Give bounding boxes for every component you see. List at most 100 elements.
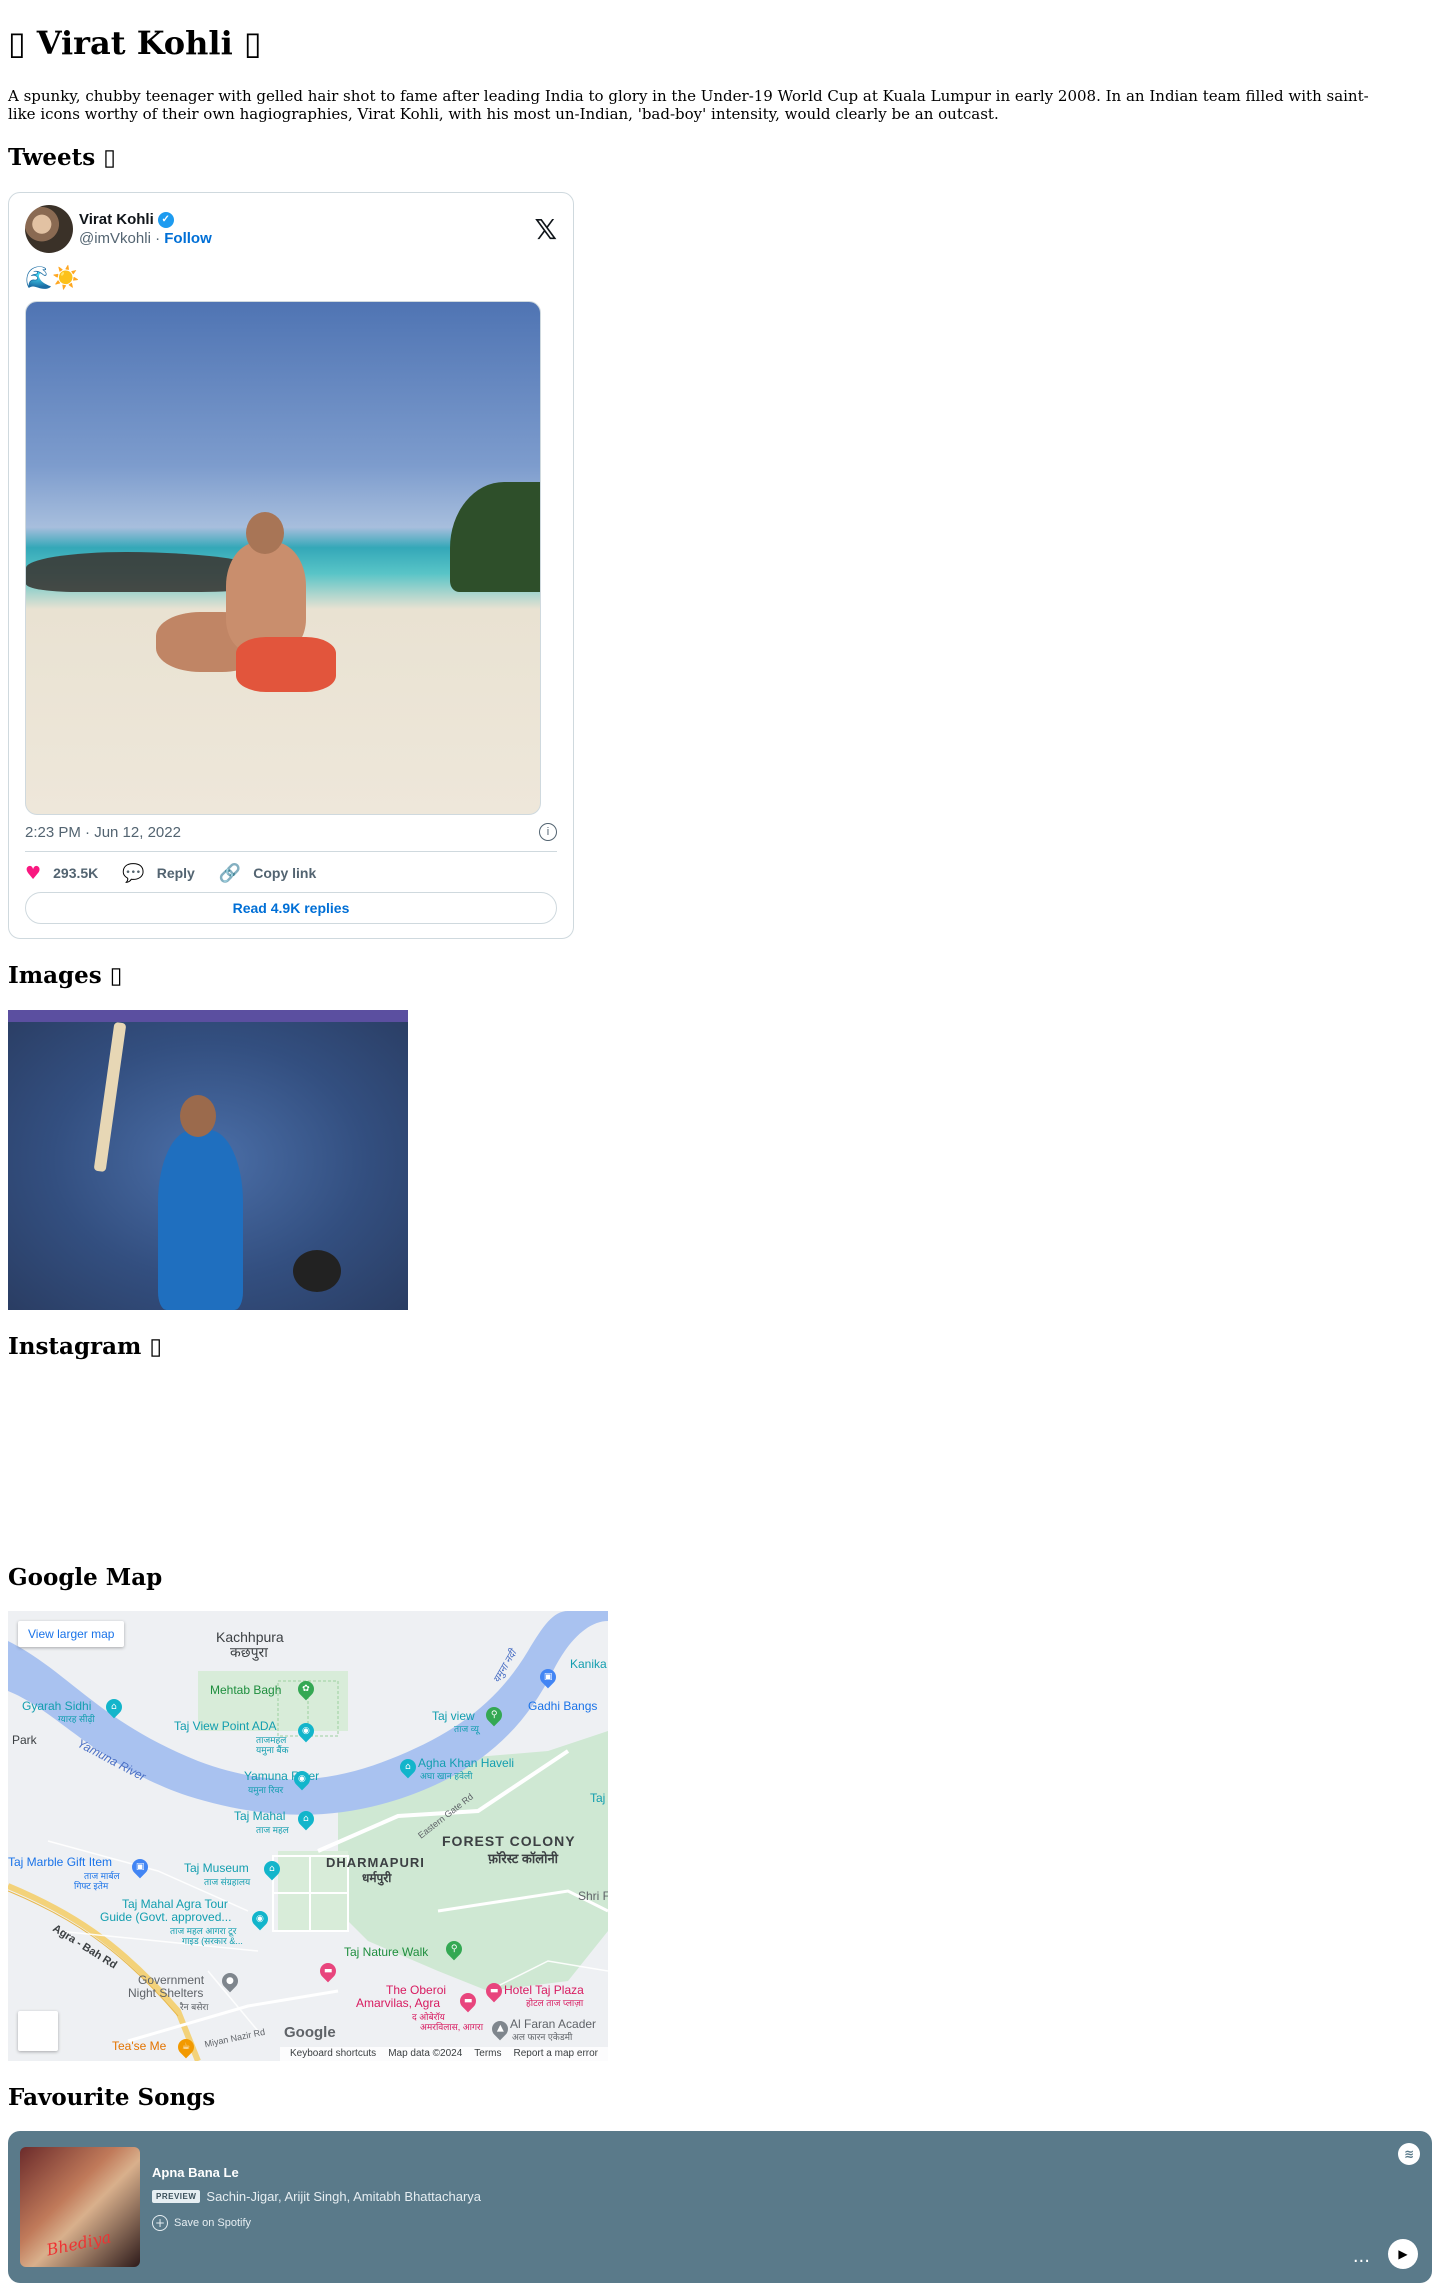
map-label: Al Faran Acader — [510, 2016, 597, 2031]
tweet-timestamp[interactable]: 2:23 PM · Jun 12, 2022 — [25, 824, 181, 841]
album-cover[interactable]: Bhediya — [20, 2146, 140, 2267]
tweet-actions: ♥ 293.5K 💬 Reply 🔗 Copy link — [25, 858, 557, 888]
google-map[interactable]: View larger map Kachhpura कछपुरा Mehtab … — [8, 1610, 608, 2061]
author-handle[interactable]: @imVkohli — [79, 230, 151, 247]
tweet-text: 🌊☀️ — [25, 265, 80, 291]
read-replies-button[interactable]: Read 4.9K replies — [25, 892, 557, 925]
page-title-text: Virat Kohli — [36, 24, 233, 62]
map-label: The Oberoi — [386, 1982, 447, 1997]
map-label: Gyarah Sidhi — [22, 1698, 92, 1713]
map-label: अघा खान हवेली — [420, 1770, 473, 1781]
map-label: ताज संग्रहालय — [204, 1876, 251, 1887]
map-label: गिफ्ट इतेम — [74, 1880, 109, 1891]
map-label: Taj — [590, 1790, 606, 1805]
map-label: रैन बसेरा — [180, 2001, 209, 2012]
map-label: Guide (Govt. approved... — [100, 1909, 232, 1924]
map-label: कछपुरा — [230, 1643, 268, 1660]
copy-link-button[interactable]: 🔗 Copy link — [219, 863, 316, 884]
map-label: Agha Khan Haveli — [418, 1755, 515, 1770]
tweet-author: Virat Kohli ✓ @imVkohli · Follow — [79, 210, 212, 248]
verified-badge-icon: ✓ — [157, 211, 174, 228]
copy-link-label: Copy link — [253, 865, 317, 882]
intro-paragraph: A spunky, chubby teenager with gelled ha… — [8, 87, 1369, 124]
map-label: ताज महल — [256, 1824, 289, 1835]
instagram-icon: ▯ — [149, 1334, 163, 1361]
like-button[interactable]: ♥ 293.5K — [25, 863, 98, 884]
map-label: ताज व्यू — [454, 1723, 479, 1734]
songs-heading: Favourite Songs — [8, 2083, 216, 2111]
bird-icon: ▯ — [103, 145, 116, 172]
avatar[interactable] — [25, 205, 73, 254]
map-label: Taj Museum — [184, 1860, 249, 1875]
flag-icon: ▯ — [243, 24, 262, 62]
reply-button[interactable]: 💬 Reply — [122, 863, 195, 884]
song-artists-row: PREVIEW Sachin-Jigar, Arijit Singh, Amit… — [152, 2189, 481, 2204]
map-label: Taj Nature Walk — [344, 1944, 429, 1959]
map-label: गाइड (सरकार &... — [182, 1935, 243, 1946]
tweet-header: Virat Kohli ✓ @imVkohli · Follow 𝕏 — [25, 205, 557, 254]
tweet-photo[interactable] — [25, 301, 541, 816]
map-footer: Keyboard shortcuts Map data ©2024 Terms … — [280, 2046, 608, 2061]
tweet-card[interactable]: Virat Kohli ✓ @imVkohli · Follow 𝕏 🌊☀️ 2… — [8, 192, 574, 940]
map-label: Night Shelters — [128, 1985, 204, 2000]
save-on-spotify-button[interactable]: + Save on Spotify — [152, 2214, 252, 2231]
map-data-text: Map data ©2024 — [388, 2048, 463, 2060]
map-label: Shri F — [578, 1888, 608, 1903]
map-label: यमुना रिवर — [248, 1784, 284, 1795]
flag-icon: ▯ — [8, 24, 26, 62]
map-label: धर्मपुरी — [362, 1870, 392, 1885]
map-label: DHARMAPURI — [326, 1854, 425, 1870]
album-cover-art: Bhediya — [44, 2227, 113, 2260]
map-label: अल फारन एकेडमी — [512, 2031, 573, 2042]
heart-icon: ♥ — [25, 862, 42, 884]
map-label: Taj Mahal Agra Tour — [122, 1896, 228, 1911]
map-label: ग्यारह सीढ़ी — [58, 1713, 95, 1724]
play-button[interactable]: ▶ — [1388, 2238, 1418, 2269]
map-label: Amarvilas, Agra — [356, 1995, 441, 2010]
save-label: Save on Spotify — [174, 2216, 252, 2229]
song-title[interactable]: Apna Bana Le — [152, 2165, 239, 2180]
map-label: Kanika — [570, 1656, 607, 1671]
song-artists[interactable]: Sachin-Jigar, Arijit Singh, Amitabh Bhat… — [206, 2189, 481, 2204]
map-label: यमुना बैंक — [256, 1744, 289, 1755]
plus-circle-icon: + — [152, 2214, 168, 2231]
images-heading: Images ▯ — [8, 962, 123, 990]
terms-link[interactable]: Terms — [474, 2048, 501, 2059]
map-label: Tea'se Me — [112, 2038, 167, 2053]
x-logo-icon[interactable]: 𝕏 — [534, 213, 557, 246]
map-control-button[interactable] — [18, 2010, 58, 2051]
instagram-embed — [8, 1381, 1432, 1563]
map-label: Park — [12, 1732, 37, 1747]
author-name[interactable]: Virat Kohli — [79, 210, 154, 229]
reply-label: Reply — [156, 865, 195, 882]
map-label: Gadhi Bangs — [528, 1698, 598, 1713]
camera-icon: ▯ — [109, 963, 123, 990]
cricket-photo — [8, 1010, 408, 1311]
spotify-logo-icon[interactable]: ≋ — [1398, 2142, 1420, 2165]
page: ▯ Virat Kohli ▯ A spunky, chubby teenage… — [0, 0, 1440, 2283]
info-icon[interactable]: i — [539, 823, 557, 842]
map-label: Taj view — [432, 1708, 475, 1723]
google-logo: Google — [284, 2023, 336, 2041]
map-label: Mehtab Bagh — [210, 1682, 282, 1697]
tweet-meta: 2:23 PM · Jun 12, 2022 i — [25, 823, 557, 842]
more-options-button[interactable]: ... — [1353, 2246, 1370, 2267]
instagram-heading: Instagram ▯ — [8, 1333, 163, 1361]
map-label: FOREST COLONY — [442, 1832, 576, 1849]
view-larger-map-link[interactable]: View larger map — [18, 1620, 125, 1647]
map-heading: Google Map — [8, 1564, 163, 1592]
keyboard-shortcuts-link[interactable]: Keyboard shortcuts — [290, 2048, 376, 2059]
page-title: ▯ Virat Kohli ▯ — [8, 24, 1432, 62]
divider — [25, 851, 557, 853]
spotify-embed[interactable]: Bhediya Apna Bana Le PREVIEW Sachin-Jiga… — [8, 2130, 1432, 2283]
map-label: Taj Marble Gift Item — [8, 1854, 113, 1869]
preview-badge: PREVIEW — [152, 2189, 201, 2203]
speech-bubble-icon: 💬 — [122, 862, 145, 884]
follow-button[interactable]: Follow — [164, 230, 212, 247]
map-label: Taj View Point ADA — [174, 1718, 277, 1733]
report-map-error-link[interactable]: Report a map error — [514, 2048, 598, 2059]
link-icon: 🔗 — [218, 862, 242, 884]
map-label: होटल ताज प्लाज़ा — [526, 1997, 584, 2008]
map-label: Hotel Taj Plaza — [504, 1982, 584, 1997]
map-label: Taj Mahal — [234, 1808, 286, 1823]
